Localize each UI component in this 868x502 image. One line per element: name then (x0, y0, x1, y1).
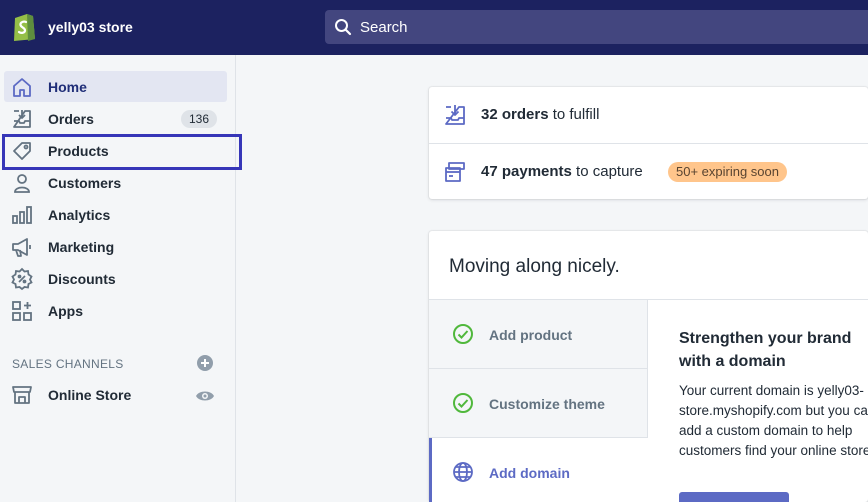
sidebar-item-analytics[interactable]: Analytics (4, 199, 227, 230)
inbox-download-icon (445, 105, 465, 125)
sidebar-item-label: Apps (48, 303, 83, 319)
orders-suffix: to fulfill (548, 106, 600, 123)
sidebar-item-label: Home (48, 79, 87, 95)
search-input[interactable]: Search (360, 19, 408, 36)
sidebar-item-label: Online Store (48, 387, 132, 403)
step-label: Add domain (489, 465, 570, 481)
orders-icon (13, 110, 31, 128)
sidebar-item-apps[interactable]: Apps (4, 295, 227, 326)
step-customize-theme[interactable]: Customize theme (429, 369, 648, 438)
shopify-logo-icon[interactable] (11, 12, 37, 42)
detail-body: Your current domain is yelly03-store.mys… (679, 383, 868, 458)
search-icon (335, 19, 352, 36)
step-label: Customize theme (489, 396, 605, 412)
setup-steps-list: Add product Customize theme Add domain (429, 299, 648, 502)
sidebar-item-label: Analytics (48, 207, 111, 223)
detail-title: Strengthen your brand with a domain (679, 330, 852, 370)
bar-chart-icon (12, 206, 32, 224)
setup-guide-card: Moving along nicely. Add product Customi… (429, 231, 868, 502)
top-bar: yelly03 store Search (0, 0, 868, 55)
sidebar-item-home[interactable]: Home (4, 71, 227, 102)
sidebar-item-online-store[interactable]: Online Store (4, 379, 227, 410)
eye-icon[interactable] (195, 388, 215, 404)
orders-to-fulfill-row[interactable]: 32 orders to fulfill (429, 87, 868, 143)
sidebar-item-label: Marketing (48, 239, 115, 255)
sidebar-item-discounts[interactable]: Discounts (4, 263, 227, 294)
check-circle-icon (453, 393, 473, 413)
step-add-domain[interactable]: Add domain (429, 438, 648, 502)
store-icon (12, 386, 32, 404)
payments-to-capture-row[interactable]: 47 payments to capture (429, 143, 868, 199)
domain-detail-panel: Strengthen your brand with a domain Your… (648, 299, 868, 502)
products-highlight-box (2, 134, 242, 170)
orders-count-badge: 136 (180, 110, 217, 128)
add-domain-button[interactable] (679, 492, 789, 502)
apps-icon (12, 301, 32, 321)
check-circle-icon (453, 324, 473, 344)
home-icon (13, 78, 31, 97)
payments-suffix: to capture (571, 163, 643, 180)
sidebar-item-orders[interactable]: Orders 136 (4, 103, 227, 134)
step-add-product[interactable]: Add product (429, 300, 648, 369)
sidebar-item-marketing[interactable]: Marketing (4, 231, 227, 262)
globe-icon (453, 462, 473, 482)
sidebar-item-label: Discounts (48, 271, 116, 287)
payments-count: 47 payments (481, 163, 572, 180)
search-bar[interactable]: Search (325, 10, 868, 44)
setup-title: Moving along nicely. (449, 256, 620, 277)
megaphone-icon (12, 238, 31, 257)
person-icon (14, 174, 30, 193)
sidebar: Home Orders 136 Products Customers Analy… (0, 55, 236, 502)
orders-count: 32 orders (481, 106, 549, 123)
orders-summary-card: 32 orders to fulfill 47 payments to capt… (429, 87, 868, 199)
sidebar-item-label: Customers (48, 175, 122, 191)
add-sales-channel-icon[interactable] (197, 355, 213, 371)
expiring-soon-badge: 50+ expiring soon (668, 162, 787, 182)
discount-icon (11, 267, 33, 291)
step-label: Add product (489, 327, 573, 343)
sidebar-item-label: Orders (48, 111, 94, 127)
store-name[interactable]: yelly03 store (48, 19, 133, 35)
payments-icon (445, 162, 465, 182)
sales-channels-title: SALES CHANNELS (12, 357, 124, 371)
sidebar-item-customers[interactable]: Customers (4, 167, 227, 198)
